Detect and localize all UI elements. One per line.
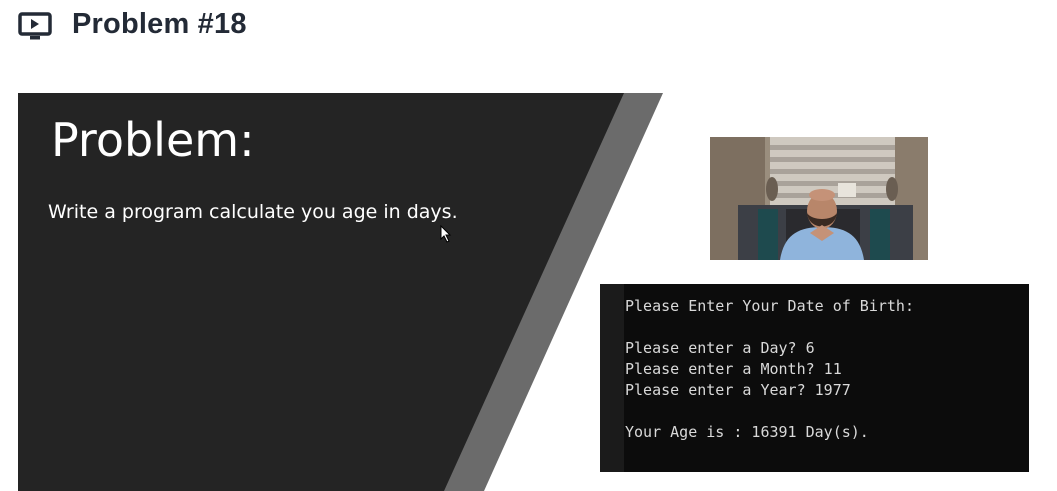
mouse-cursor-icon (440, 225, 452, 243)
webcam-feed (710, 137, 928, 260)
page-title: Problem #18 (72, 8, 247, 40)
lesson-header: Problem #18 (0, 0, 1057, 60)
console-line: Please enter a Year? 1977 (625, 381, 851, 399)
slide-heading: Problem: (51, 113, 255, 167)
console-line: Please enter a Month? 11 (625, 360, 842, 378)
console-line: Your Age is : 16391 Day(s). (625, 423, 869, 441)
console-line: Please enter a Day? 6 (625, 339, 815, 357)
console-edge (600, 284, 624, 472)
console-line: Please Enter Your Date of Birth: (625, 297, 914, 315)
video-lesson-icon (18, 12, 52, 40)
slide-problem-text: Write a program calculate you age in day… (48, 201, 458, 223)
video-player[interactable]: Problem: Write a program calculate you a… (18, 93, 1057, 491)
console-window: Please Enter Your Date of Birth: Please … (600, 284, 1029, 472)
